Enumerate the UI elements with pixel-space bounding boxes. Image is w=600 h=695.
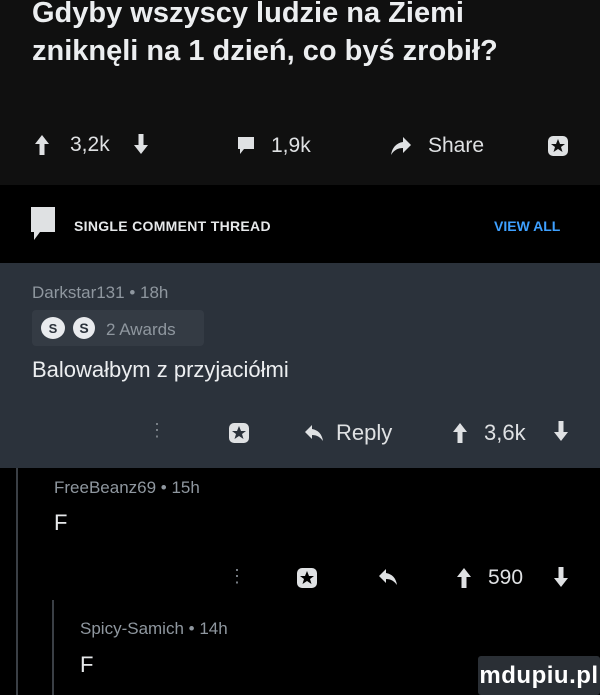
- view-all-link[interactable]: VIEW ALL: [494, 218, 560, 234]
- reply-downvote-button[interactable]: [553, 566, 569, 588]
- award-button[interactable]: [547, 135, 569, 157]
- reply-arrow-icon: [304, 424, 324, 442]
- comment-vote-count: 3,6k: [484, 420, 526, 445]
- nested-reply-text: F: [80, 652, 94, 677]
- reply-upvote-button[interactable]: 590: [456, 566, 523, 590]
- reply-label: Reply: [336, 420, 393, 445]
- post-vote-count: 3,2k: [70, 133, 110, 156]
- award-icon: [547, 135, 569, 157]
- comment-icon: [237, 136, 255, 156]
- arrow-up-icon: [452, 422, 468, 444]
- share-icon: [390, 136, 412, 156]
- post-downvote-button[interactable]: [133, 133, 149, 155]
- thread-line: [16, 468, 18, 695]
- reply-reply-button[interactable]: [378, 568, 398, 586]
- arrow-down-icon: [553, 420, 569, 442]
- single-thread-label: SINGLE COMMENT THREAD: [74, 218, 271, 234]
- award-icon: [228, 422, 250, 444]
- chat-bubble-icon: [30, 206, 56, 242]
- reply-award-button[interactable]: [296, 567, 318, 589]
- award-coin-icon: S: [72, 316, 96, 340]
- reply-meta: FreeBeanz69 • 15h: [54, 478, 200, 497]
- reply-vote-count: 590: [488, 566, 524, 589]
- more-options-icon[interactable]: ⋮: [148, 420, 166, 441]
- arrow-up-icon: [34, 134, 50, 156]
- post-comments-button[interactable]: 1,9k: [237, 134, 311, 158]
- arrow-up-icon: [456, 567, 472, 589]
- awards-count: 2 Awards: [106, 320, 176, 339]
- arrow-down-icon: [133, 133, 149, 155]
- reply-text: F: [54, 510, 68, 535]
- share-label: Share: [428, 134, 485, 157]
- watermark-logo: mdupiu.pl: [478, 656, 600, 695]
- reply-button[interactable]: Reply: [304, 420, 392, 446]
- comment-text: Balowałbym z przyjaciółmi: [32, 357, 289, 382]
- share-button[interactable]: Share: [390, 134, 484, 158]
- svg-text:S: S: [49, 321, 58, 336]
- nested-thread-line: [52, 600, 54, 695]
- comment-award-button[interactable]: [228, 422, 250, 444]
- post-upvote-button[interactable]: 3,2k: [34, 133, 110, 157]
- post-title: Gdyby wszyscy ludzie na Ziemi zniknęli n…: [32, 0, 498, 67]
- post-comment-count: 1,9k: [271, 134, 311, 157]
- nested-reply-meta: Spicy-Samich • 14h: [80, 619, 228, 638]
- comment-meta: Darkstar131 • 18h: [32, 283, 169, 302]
- reply-arrow-icon: [378, 568, 398, 586]
- svg-text:S: S: [79, 320, 88, 336]
- more-options-icon[interactable]: ⋮: [228, 566, 246, 587]
- award-icon: [296, 567, 318, 589]
- award-badge-icon: S: [40, 316, 66, 340]
- comment-upvote-button[interactable]: 3,6k: [452, 420, 526, 446]
- arrow-down-icon: [553, 566, 569, 588]
- comment-downvote-button[interactable]: [553, 420, 569, 442]
